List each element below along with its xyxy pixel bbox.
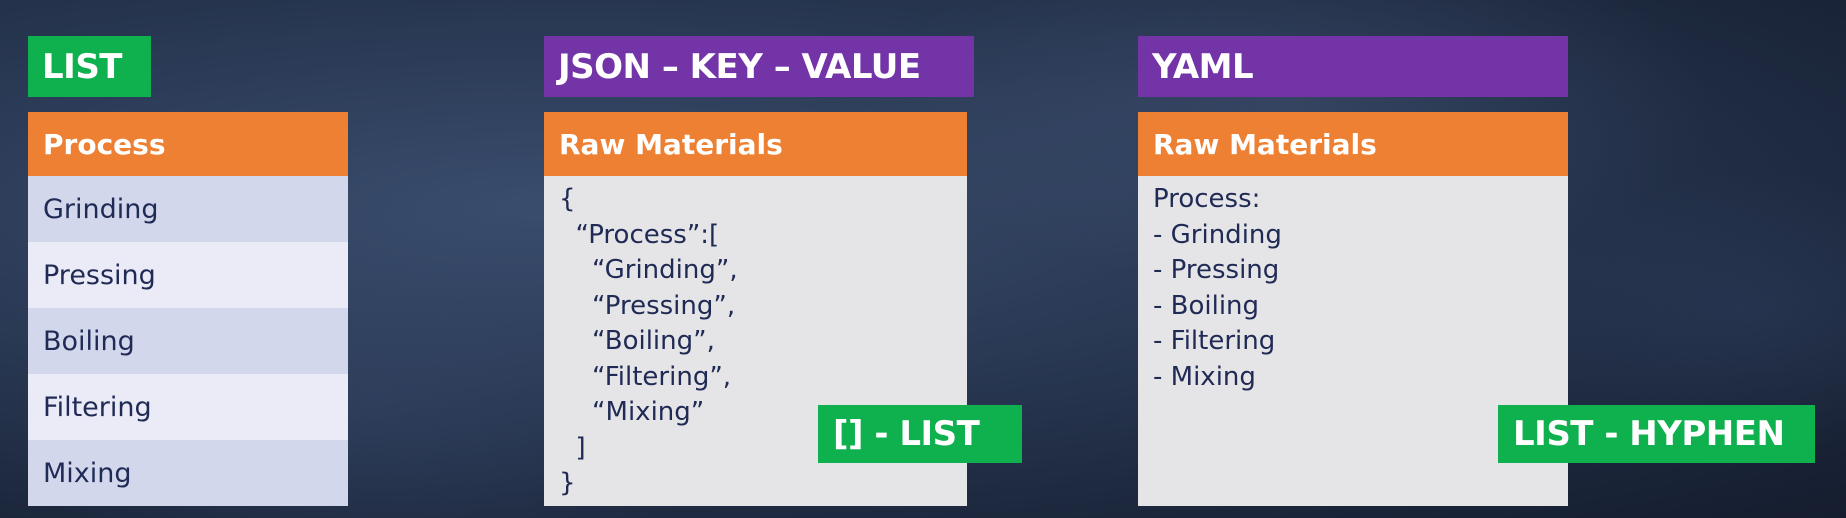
json-card-header: Raw Materials (544, 112, 967, 176)
list-tag: LIST (28, 36, 151, 97)
yaml-card-header: Raw Materials (1138, 112, 1568, 176)
json-tag: JSON – KEY – VALUE (544, 36, 974, 97)
list-item: Pressing (28, 242, 348, 308)
yaml-tag: YAML (1138, 36, 1568, 97)
json-list-badge: [] - LIST (818, 405, 1022, 463)
list-card: Process Grinding Pressing Boiling Filter… (28, 112, 348, 506)
list-item: Mixing (28, 440, 348, 506)
list-rows: Grinding Pressing Boiling Filtering Mixi… (28, 176, 348, 506)
yaml-list-hyphen-badge: LIST - HYPHEN (1498, 405, 1815, 463)
list-item: Grinding (28, 176, 348, 242)
list-card-header: Process (28, 112, 348, 176)
list-item: Filtering (28, 374, 348, 440)
list-item: Boiling (28, 308, 348, 374)
